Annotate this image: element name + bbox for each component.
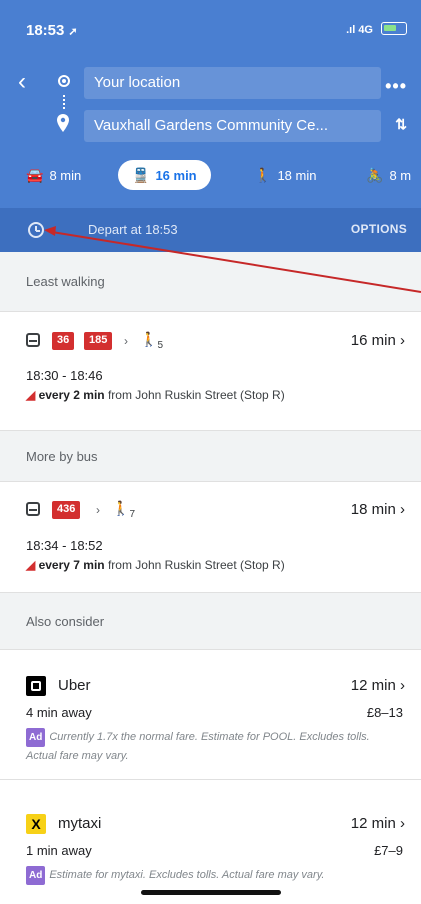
annotation-arrow xyxy=(44,226,421,293)
